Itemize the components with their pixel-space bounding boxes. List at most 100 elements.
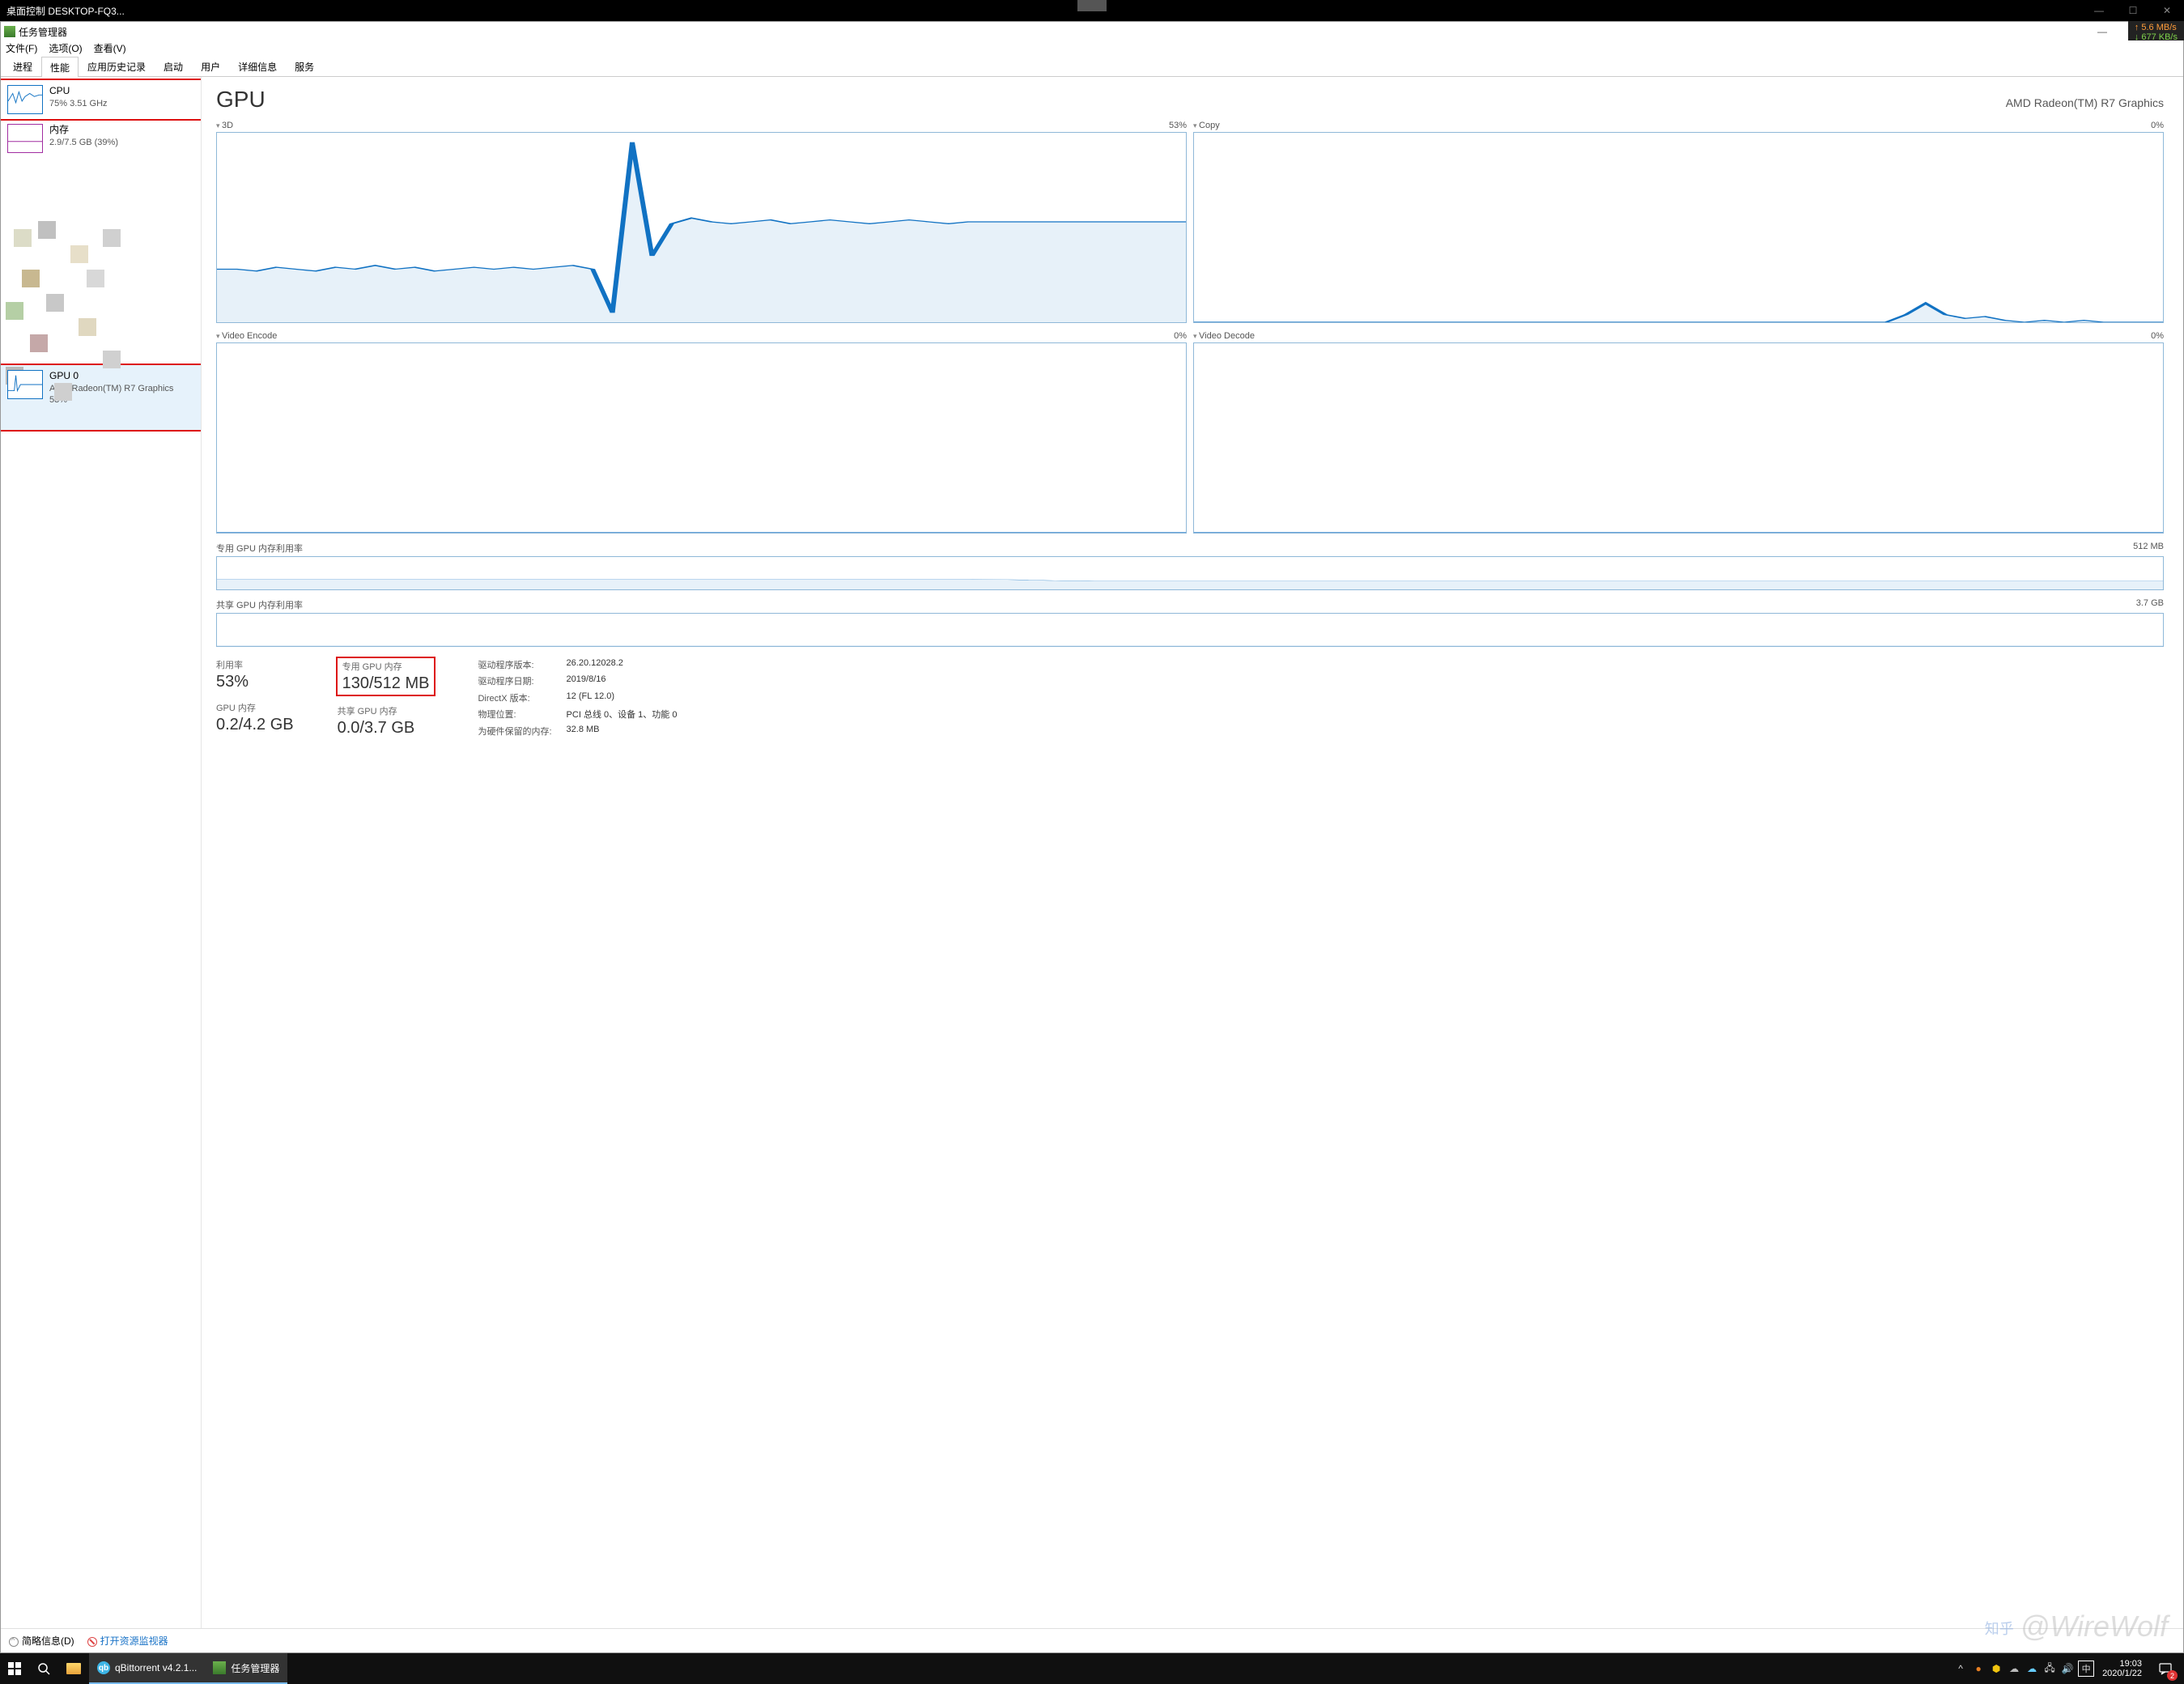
remote-maximize-button[interactable]: ☐ bbox=[2116, 0, 2150, 21]
clock-date: 2020/1/22 bbox=[2102, 1669, 2142, 1678]
explorer-button[interactable] bbox=[58, 1653, 89, 1684]
info-key: 驱动程序日期: bbox=[478, 674, 551, 687]
cpu-title: CPU bbox=[49, 85, 108, 98]
network-speed-badge: ↑ 5.6 MB/s ↓ 677 KB/s bbox=[2128, 21, 2184, 40]
tm-footer: 简略信息(D) 打开资源监视器 bbox=[1, 1628, 2183, 1652]
detail-title: GPU bbox=[216, 87, 266, 113]
taskbar-clock[interactable]: 19:03 2020/1/22 bbox=[2097, 1659, 2147, 1678]
tab-details[interactable]: 详细信息 bbox=[229, 56, 286, 76]
start-button[interactable] bbox=[0, 1653, 29, 1684]
taskbar-app-qbittorrent[interactable]: qb qBittorrent v4.2.1... bbox=[89, 1653, 205, 1684]
info-value: PCI 总线 0、设备 1、功能 0 bbox=[567, 708, 678, 721]
tab-services[interactable]: 服务 bbox=[286, 56, 323, 76]
stat-util-value: 53% bbox=[216, 673, 294, 691]
detail-device-name: AMD Radeon(TM) R7 Graphics bbox=[2006, 96, 2164, 109]
tray-icon-2[interactable]: ⬢ bbox=[1989, 1661, 2003, 1676]
notification-badge: 2 bbox=[2167, 1670, 2178, 1681]
sidebar-item-cpu[interactable]: CPU 75% 3.51 GHz bbox=[1, 80, 201, 119]
tm-titlebar: 任务管理器 — ☐ ✕ bbox=[1, 22, 2183, 41]
stat-dedicated-value: 130/512 MB bbox=[342, 674, 430, 693]
tab-processes[interactable]: 进程 bbox=[4, 56, 41, 76]
tab-users[interactable]: 用户 bbox=[192, 56, 229, 76]
chart-copy-pct: 0% bbox=[2151, 121, 2164, 130]
stat-gpumem-label: GPU 内存 bbox=[216, 701, 294, 714]
tray-volume-icon[interactable]: 🔊 bbox=[2060, 1661, 2075, 1676]
info-value: 32.8 MB bbox=[567, 725, 678, 738]
chart-video-decode: Video Decode 0% bbox=[1193, 330, 2164, 534]
remote-close-button[interactable]: ✕ bbox=[2150, 0, 2184, 21]
tm-icon bbox=[4, 26, 15, 37]
tm-menubar: 文件(F) 选项(O) 查看(V) bbox=[1, 41, 2183, 57]
open-resource-monitor-link[interactable]: 打开资源监视器 bbox=[87, 1634, 168, 1648]
chart-decode-canvas[interactable] bbox=[1193, 342, 2164, 534]
windows-taskbar: qb qBittorrent v4.2.1... 任务管理器 ^ ● ⬢ ☁ ☁… bbox=[0, 1653, 2184, 1684]
chart-copy: Copy 0% bbox=[1193, 119, 2164, 323]
search-button[interactable] bbox=[29, 1653, 58, 1684]
tm-tabs: 进程 性能 应用历史记录 启动 用户 详细信息 服务 bbox=[1, 57, 2183, 77]
download-speed: ↓ 677 KB/s bbox=[2135, 32, 2178, 42]
chart-3d-pct: 53% bbox=[1169, 121, 1187, 130]
action-center-button[interactable]: 2 bbox=[2150, 1653, 2181, 1684]
gpu-info-pairs: 驱动程序版本:26.20.12028.2驱动程序日期:2019/8/16Dire… bbox=[478, 658, 677, 738]
performance-sidebar: CPU 75% 3.51 GHz 内存 2.9/7.5 GB (39%) bbox=[1, 77, 202, 1628]
info-key: 为硬件保留的内存: bbox=[478, 725, 551, 738]
tab-performance[interactable]: 性能 bbox=[41, 57, 79, 77]
tab-app-history[interactable]: 应用历史记录 bbox=[79, 56, 155, 76]
collapse-icon bbox=[9, 1637, 19, 1647]
stat-gpumem-value: 0.2/4.2 GB bbox=[216, 716, 294, 734]
memory-sub: 2.9/7.5 GB (39%) bbox=[49, 137, 118, 148]
stat-dedicated-label: 专用 GPU 内存 bbox=[342, 660, 430, 673]
memory-title: 内存 bbox=[49, 124, 118, 137]
taskbar-app-taskmanager[interactable]: 任务管理器 bbox=[205, 1653, 287, 1684]
shared-mem-label: 共享 GPU 内存利用率 bbox=[216, 598, 303, 611]
tray-icon-4[interactable]: ☁ bbox=[2025, 1661, 2039, 1676]
tray-icon-3[interactable]: ☁ bbox=[2007, 1661, 2021, 1676]
stat-util-label: 利用率 bbox=[216, 658, 294, 671]
task-manager-window: 任务管理器 — ☐ ✕ 文件(F) 选项(O) 查看(V) 进程 性能 应用历史… bbox=[0, 21, 2184, 1653]
sidebar-item-memory[interactable]: 内存 2.9/7.5 GB (39%) bbox=[1, 119, 201, 158]
chart-copy-dropdown[interactable]: Copy bbox=[1193, 121, 1220, 130]
info-key: 物理位置: bbox=[478, 708, 551, 721]
stat-shared-value: 0.0/3.7 GB bbox=[338, 719, 435, 738]
chart-encode-canvas[interactable] bbox=[216, 342, 1187, 534]
remote-dropdown-handle[interactable] bbox=[1077, 0, 1107, 11]
chart-decode-dropdown[interactable]: Video Decode bbox=[1193, 331, 1255, 341]
clock-time: 19:03 bbox=[2102, 1659, 2142, 1669]
chart-dedicated-mem-canvas[interactable] bbox=[216, 556, 2164, 590]
dedicated-mem-label: 专用 GPU 内存利用率 bbox=[216, 542, 303, 555]
chart-3d-canvas[interactable] bbox=[216, 132, 1187, 323]
tm-title-text: 任务管理器 bbox=[19, 25, 67, 39]
tray-network-icon[interactable]: 🖧 bbox=[2042, 1661, 2057, 1676]
taskbar-app-qb-label: qBittorrent v4.2.1... bbox=[115, 1662, 197, 1673]
remote-minimize-button[interactable]: — bbox=[2082, 0, 2116, 21]
chart-encode-dropdown[interactable]: Video Encode bbox=[216, 331, 277, 341]
info-value: 26.20.12028.2 bbox=[567, 658, 678, 671]
tm-minimize-button[interactable]: — bbox=[2086, 22, 2118, 41]
stat-shared-label: 共享 GPU 内存 bbox=[338, 704, 435, 717]
gpu-stats: 利用率 53% GPU 内存 0.2/4.2 GB 专用 GPU 内存 130/… bbox=[216, 658, 2164, 738]
tray-ime-icon[interactable]: 中 bbox=[2078, 1661, 2094, 1677]
info-key: 驱动程序版本: bbox=[478, 658, 551, 671]
remote-title: 桌面控制 DESKTOP-FQ3... bbox=[6, 4, 125, 18]
menu-options[interactable]: 选项(O) bbox=[49, 41, 82, 57]
remote-titlebar: 桌面控制 DESKTOP-FQ3... — ☐ ✕ bbox=[0, 0, 2184, 21]
chart-3d: 3D 53% bbox=[216, 119, 1187, 323]
chart-3d-dropdown[interactable]: 3D bbox=[216, 121, 233, 130]
tray-overflow-icon[interactable]: ^ bbox=[1953, 1661, 1968, 1676]
dedicated-mem-max: 512 MB bbox=[2133, 542, 2164, 555]
chart-video-encode: Video Encode 0% bbox=[216, 330, 1187, 534]
chart-encode-pct: 0% bbox=[1174, 331, 1187, 341]
chart-copy-canvas[interactable] bbox=[1193, 132, 2164, 323]
gpu-detail-panel: GPU AMD Radeon(TM) R7 Graphics 3D 53% Cop… bbox=[202, 77, 2183, 1628]
fewer-details-button[interactable]: 简略信息(D) bbox=[9, 1634, 74, 1648]
chart-decode-pct: 0% bbox=[2151, 331, 2164, 341]
upload-speed: ↑ 5.6 MB/s bbox=[2135, 23, 2178, 32]
cpu-thumbnail bbox=[7, 85, 43, 114]
tab-startup[interactable]: 启动 bbox=[155, 56, 192, 76]
info-value: 2019/8/16 bbox=[567, 674, 678, 687]
chart-shared-mem-canvas[interactable] bbox=[216, 613, 2164, 647]
monitor-icon bbox=[87, 1637, 97, 1647]
menu-view[interactable]: 查看(V) bbox=[94, 41, 126, 57]
menu-file[interactable]: 文件(F) bbox=[6, 41, 37, 57]
tray-icon-1[interactable]: ● bbox=[1971, 1661, 1986, 1676]
